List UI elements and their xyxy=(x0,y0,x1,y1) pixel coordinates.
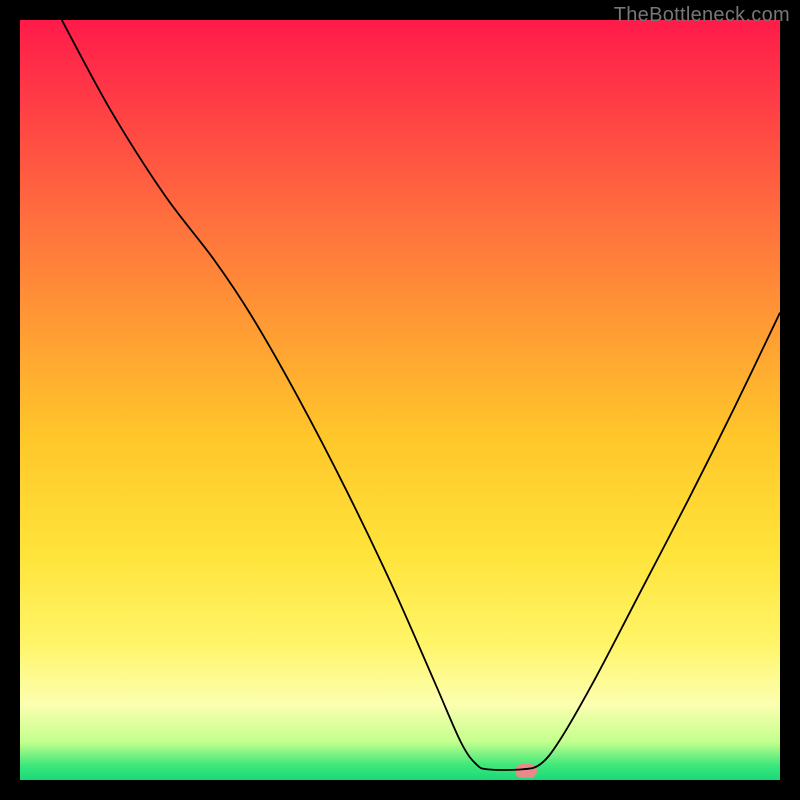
chart-frame: TheBottleneck.com xyxy=(0,0,800,800)
watermark-text: TheBottleneck.com xyxy=(614,4,790,27)
bottleneck-curve xyxy=(62,20,780,770)
plot-area xyxy=(20,20,780,780)
curve-layer xyxy=(20,20,780,780)
